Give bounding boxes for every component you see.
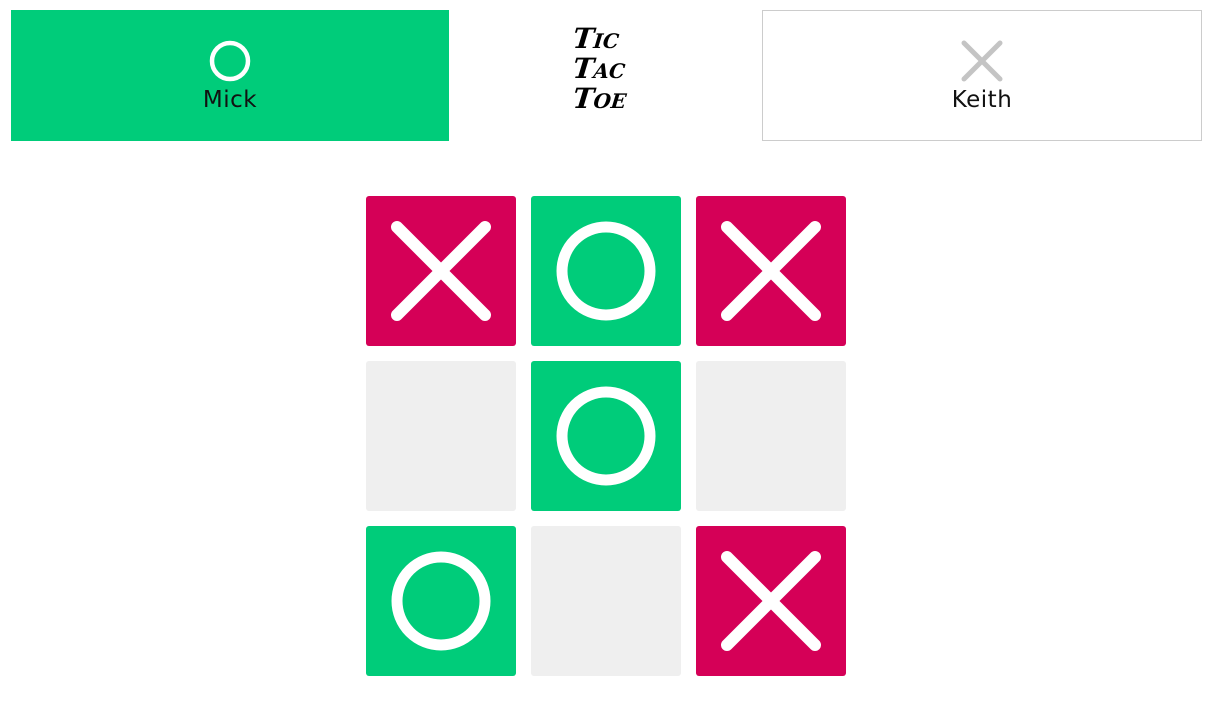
logo-line: Toe: [571, 82, 629, 115]
logo-line: Tic: [571, 22, 621, 55]
player-name: Mick: [202, 86, 258, 113]
circle-icon: [556, 221, 656, 321]
cross-icon: [721, 551, 821, 651]
board-cell-1-1[interactable]: [531, 361, 681, 511]
board-cell-1-0[interactable]: [366, 361, 516, 511]
board-cell-1-2[interactable]: [696, 361, 846, 511]
cross-icon: [961, 40, 1003, 81]
player-panel-mick[interactable]: Mick: [11, 10, 449, 141]
logo-line: Tac: [571, 52, 628, 85]
game-board: [366, 196, 846, 676]
circle-icon: [391, 551, 491, 651]
cross-icon: [391, 221, 491, 321]
board-cell-2-2[interactable]: [696, 526, 846, 676]
player-panel-keith[interactable]: Keith: [762, 10, 1202, 141]
circle-icon: [209, 40, 251, 81]
game-logo: Tic Tac Toe: [571, 22, 641, 120]
game-header: Mick Tic Tac Toe Keith: [0, 0, 1216, 160]
board-cell-0-1[interactable]: [531, 196, 681, 346]
board-cell-2-0[interactable]: [366, 526, 516, 676]
board-cell-0-0[interactable]: [366, 196, 516, 346]
board-cell-2-1[interactable]: [531, 526, 681, 676]
board-cell-0-2[interactable]: [696, 196, 846, 346]
circle-icon: [556, 386, 656, 486]
player-name: Keith: [951, 86, 1013, 113]
cross-icon: [721, 221, 821, 321]
